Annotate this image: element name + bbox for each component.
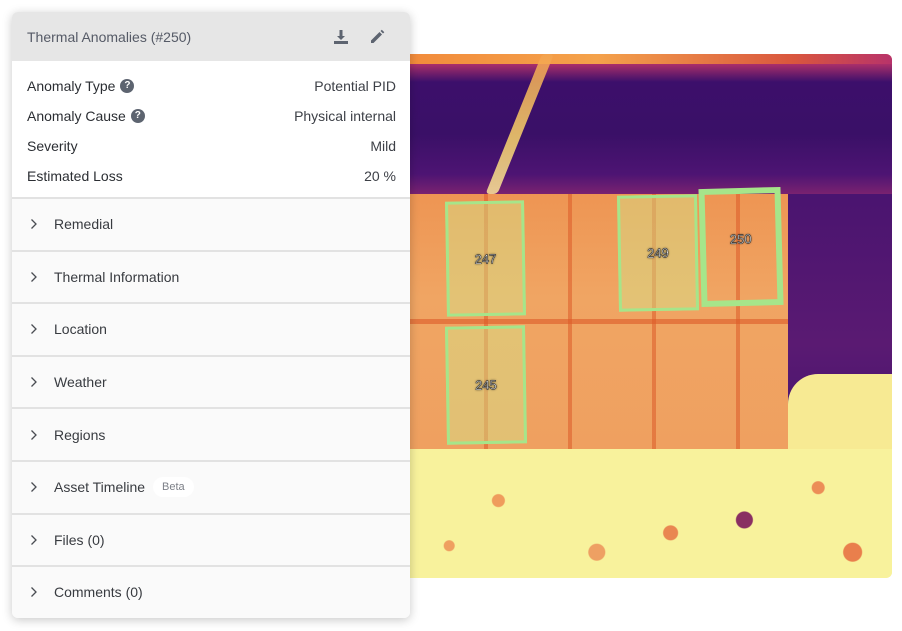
panel-row-divider [400, 319, 788, 324]
detail-value: Mild [370, 138, 396, 154]
detail-label: Anomaly Type [27, 78, 116, 94]
detail-row-severity: Severity Mild [27, 131, 396, 161]
chevron-right-icon [30, 322, 40, 336]
region-box[interactable]: 247 [445, 200, 526, 317]
section-label: Thermal Information [54, 268, 180, 285]
chevron-right-icon [30, 270, 40, 284]
pencil-icon [371, 29, 385, 43]
help-icon[interactable]: ? [120, 79, 135, 93]
section-remedial[interactable]: Remedial [12, 197, 410, 250]
download-button[interactable] [332, 28, 350, 46]
detail-value: Potential PID [314, 78, 396, 94]
download-icon [334, 29, 348, 44]
region-label: 247 [474, 250, 497, 267]
section-label: Weather [54, 374, 107, 391]
region-box[interactable]: 245 [444, 325, 528, 445]
section-weather[interactable]: Weather [12, 354, 410, 408]
detail-row-estimated-loss: Estimated Loss 20 % [27, 161, 396, 191]
section-label: Asset Timeline [54, 479, 146, 496]
detail-value: Physical internal [294, 108, 396, 124]
chevron-right-icon [30, 585, 40, 599]
region-label: 249 [647, 245, 670, 261]
section-asset-timeline[interactable]: Asset Timeline Beta [12, 459, 410, 513]
chevron-right-icon [30, 428, 40, 442]
region-label: 245 [475, 377, 498, 393]
region-box-selected[interactable]: 250 [698, 186, 784, 308]
detail-row-anomaly-cause: Anomaly Cause ? Physical internal [27, 101, 396, 131]
section-label: Remedial [54, 216, 114, 233]
thermal-hot-cable [485, 54, 554, 194]
section-label: Comments (0) [54, 584, 143, 601]
anomaly-details: Anomaly Type ? Potential PID Anomaly Cau… [12, 61, 410, 197]
thermal-ground-right [788, 374, 892, 454]
section-thermal-information[interactable]: Thermal Information [12, 249, 410, 303]
section-files[interactable]: Files (0) [12, 512, 410, 566]
beta-badge: Beta [153, 477, 194, 498]
chevron-right-icon [30, 375, 40, 389]
help-icon[interactable]: ? [130, 109, 145, 123]
anomaly-detail-panel: Thermal Anomalies (#250) Anomaly Type ? [12, 12, 410, 618]
detail-label: Estimated Loss [27, 168, 123, 184]
section-location[interactable]: Location [12, 302, 410, 355]
section-label: Regions [54, 426, 106, 443]
section-label: Files (0) [54, 531, 105, 548]
section-label: Location [54, 321, 107, 338]
section-regions[interactable]: Regions [12, 407, 410, 460]
panel-title: Thermal Anomalies (#250) [27, 28, 192, 45]
thermal-image[interactable]: 247 249 250 245 [400, 54, 892, 578]
thermal-top-band [400, 54, 892, 64]
region-label: 250 [729, 230, 752, 247]
header-actions [332, 28, 386, 46]
thermal-ground [400, 449, 892, 578]
section-comments[interactable]: Comments (0) [12, 565, 410, 618]
chevron-right-icon [30, 533, 40, 547]
panel-header: Thermal Anomalies (#250) [12, 12, 410, 61]
detail-label: Severity [27, 138, 78, 154]
edit-button[interactable] [368, 28, 386, 46]
region-box[interactable]: 249 [616, 194, 700, 312]
detail-value: 20 % [364, 168, 396, 184]
chevron-right-icon [30, 480, 40, 494]
detail-row-anomaly-type: Anomaly Type ? Potential PID [27, 71, 396, 101]
chevron-right-icon [30, 217, 40, 231]
detail-label: Anomaly Cause [27, 108, 126, 124]
